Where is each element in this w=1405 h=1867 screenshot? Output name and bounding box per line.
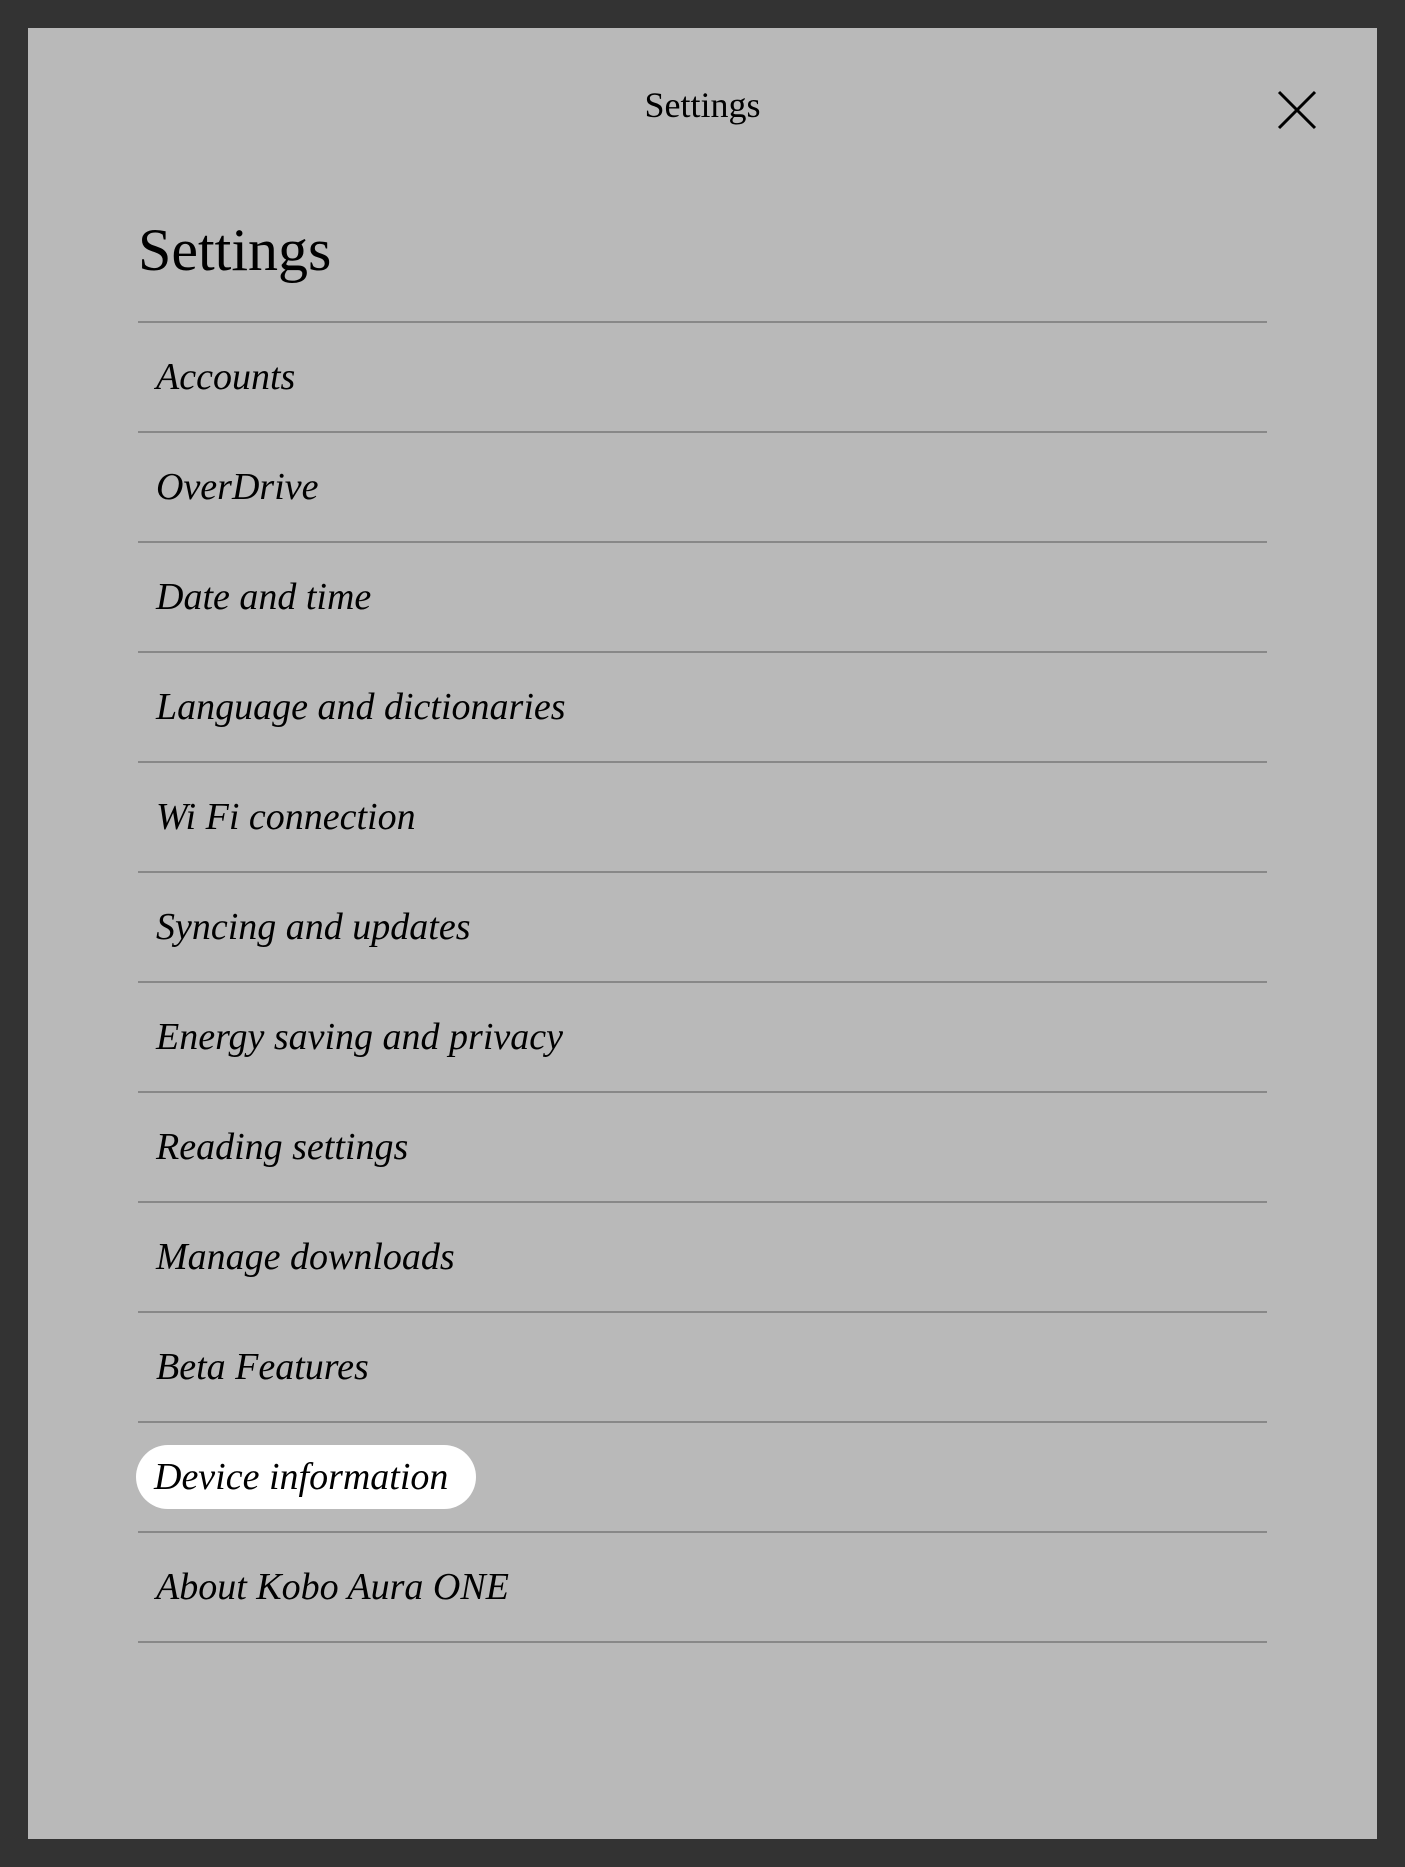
settings-item-label: Date and time [146, 571, 391, 623]
settings-item-label: Manage downloads [146, 1231, 475, 1283]
settings-item-label: Energy saving and privacy [146, 1011, 583, 1063]
settings-item-language-and-dictionaries[interactable]: Language and dictionaries [138, 653, 1267, 763]
settings-item-overdrive[interactable]: OverDrive [138, 433, 1267, 543]
settings-item-label: Accounts [146, 351, 315, 403]
settings-item-beta-features[interactable]: Beta Features [138, 1313, 1267, 1423]
settings-list: Accounts OverDrive Date and time Language a… [138, 321, 1267, 1643]
settings-item-label: Device information [136, 1445, 476, 1509]
close-icon [1275, 88, 1319, 132]
settings-item-label: OverDrive [146, 461, 338, 513]
settings-item-wi-fi-connection[interactable]: Wi Fi connection [138, 763, 1267, 873]
settings-item-device-information[interactable]: Device information [138, 1423, 1267, 1533]
settings-item-label: Reading settings [146, 1121, 428, 1173]
settings-item-label: Syncing and updates [146, 901, 491, 953]
settings-item-syncing-and-updates[interactable]: Syncing and updates [138, 873, 1267, 983]
settings-item-date-and-time[interactable]: Date and time [138, 543, 1267, 653]
settings-item-about-kobo-aura-one[interactable]: About Kobo Aura ONE [138, 1533, 1267, 1643]
content-area: Settings Accounts OverDrive Date and time L… [28, 166, 1377, 1643]
settings-item-energy-saving-and-privacy[interactable]: Energy saving and privacy [138, 983, 1267, 1093]
settings-item-reading-settings[interactable]: Reading settings [138, 1093, 1267, 1203]
settings-item-label: About Kobo Aura ONE [146, 1561, 529, 1613]
settings-item-accounts[interactable]: Accounts [138, 323, 1267, 433]
settings-screen: Settings Settings Accounts OverDrive Date … [28, 28, 1377, 1839]
header-title: Settings [644, 85, 760, 125]
close-button[interactable] [1275, 88, 1319, 132]
page-title: Settings [138, 166, 1267, 321]
settings-item-label: Beta Features [146, 1341, 389, 1393]
settings-item-label: Language and dictionaries [146, 681, 586, 733]
settings-item-manage-downloads[interactable]: Manage downloads [138, 1203, 1267, 1313]
header-bar: Settings [28, 28, 1377, 166]
settings-item-label: Wi Fi connection [146, 791, 436, 843]
